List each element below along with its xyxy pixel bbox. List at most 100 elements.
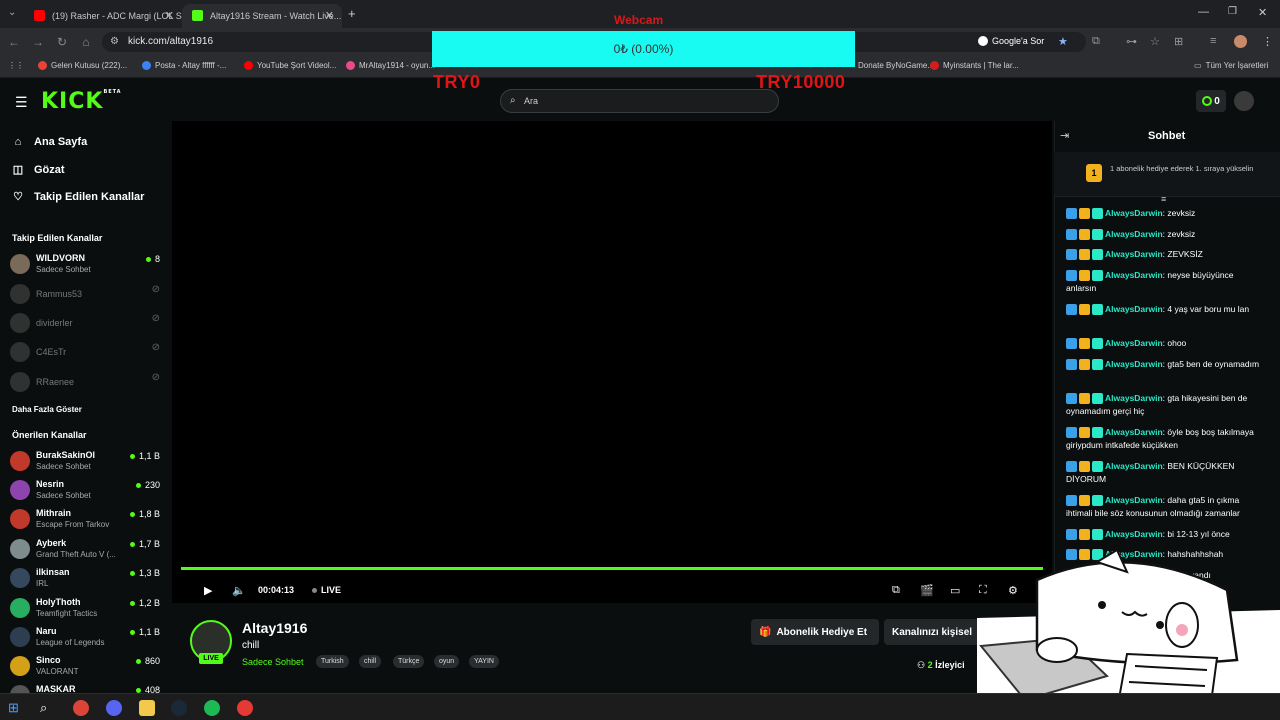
- windows-start-icon[interactable]: ⊞: [8, 700, 24, 716]
- tab-search-icon[interactable]: ⌄: [8, 7, 16, 18]
- play-icon[interactable]: ▶: [204, 584, 212, 597]
- stream-tag[interactable]: Türkçe: [393, 655, 425, 668]
- stream-tag[interactable]: YAYIN: [469, 655, 499, 668]
- tab-youtube[interactable]: (19) Rasher - ADC Margi (LOL S... ✕: [24, 4, 182, 28]
- tab-kick[interactable]: Altay1916 Stream - Watch Live... ✕: [182, 4, 342, 28]
- back-icon[interactable]: ←: [6, 34, 22, 50]
- tab-search-icon[interactable]: ≡: [1210, 35, 1216, 47]
- chat-username[interactable]: AlwaysDarwin: [1105, 359, 1163, 369]
- chat-username[interactable]: AlwaysDarwin: [1105, 338, 1163, 348]
- bookmark-item[interactable]: Gelen Kutusu (222)...: [38, 61, 127, 70]
- nav-home[interactable]: ⌂ Ana Sayfa: [12, 136, 88, 148]
- app-icon[interactable]: [237, 700, 253, 716]
- star-icon[interactable]: ★: [1058, 35, 1068, 48]
- recommended-channel[interactable]: Mithrain Escape From Tarkov 1,8 B: [10, 507, 160, 535]
- apps-icon[interactable]: ⋮⋮: [8, 61, 24, 70]
- google-lens-button[interactable]: Google'a Sor: [978, 36, 1044, 46]
- user-avatar[interactable]: [1234, 91, 1254, 111]
- chat-username[interactable]: AlwaysDarwin: [1105, 229, 1163, 239]
- channel-name[interactable]: Altay1916: [242, 620, 307, 636]
- recommended-channel[interactable]: HolyThoth Teamfight Tactics 1,2 B: [10, 596, 160, 624]
- chat-username[interactable]: AlwaysDarwin: [1105, 427, 1163, 437]
- pinned-toggle-icon[interactable]: ≡: [1161, 194, 1166, 204]
- chat-username[interactable]: AlwaysDarwin: [1105, 461, 1163, 471]
- nav-browse[interactable]: ◫ Gözat: [12, 163, 65, 177]
- reload-icon[interactable]: ↻: [54, 34, 70, 50]
- recommended-channel[interactable]: ilkinsan IRL 1,3 B: [10, 566, 160, 594]
- chat-username[interactable]: AlwaysDarwin: [1105, 393, 1163, 403]
- chat-username[interactable]: AlwaysDarwin: [1105, 304, 1163, 314]
- discord-icon[interactable]: [106, 700, 122, 716]
- file-explorer-icon[interactable]: [139, 700, 155, 716]
- bookmark-item[interactable]: MrAltay1914 - oyun...: [346, 61, 435, 70]
- video-progress-bar[interactable]: [181, 567, 1043, 570]
- followed-channel-rammus53[interactable]: Rammus53 ⊘: [10, 282, 160, 310]
- kick-credits-button[interactable]: 0: [1196, 90, 1226, 112]
- chat-username[interactable]: AlwaysDarwin: [1105, 270, 1163, 280]
- search-icon[interactable]: ⌕: [40, 700, 56, 716]
- channel-name: Rammus53: [36, 289, 83, 299]
- recommended-channel[interactable]: Nesrin Sadece Sohbet 230: [10, 478, 160, 506]
- user-badges: [1066, 249, 1103, 261]
- nav-following[interactable]: ♡ Takip Edilen Kanallar: [12, 190, 144, 204]
- recommended-channel[interactable]: Naru League of Legends 1,1 B: [10, 625, 160, 653]
- theater-mode-icon[interactable]: ▭: [950, 584, 960, 597]
- spotify-icon[interactable]: [204, 700, 220, 716]
- crown-badge-icon: [1079, 270, 1090, 282]
- chrome-icon[interactable]: [73, 700, 89, 716]
- followed-channel-wildvorn[interactable]: WILDVORN Sadece Sohbet 8: [10, 252, 160, 280]
- all-bookmarks[interactable]: ▭ Tüm Yer İşaretleri: [1194, 61, 1268, 70]
- crown-badge-icon: [1079, 229, 1090, 241]
- new-tab-icon[interactable]: +: [348, 6, 356, 21]
- extension-icon[interactable]: ☆: [1150, 35, 1160, 48]
- close-icon[interactable]: ✕: [165, 9, 174, 22]
- extension-icon[interactable]: ⊶: [1126, 35, 1137, 48]
- bookmark-item[interactable]: YouTube Şort Videol...: [244, 61, 336, 70]
- steam-icon[interactable]: [171, 700, 187, 716]
- channel-category: Sadece Sohbet: [36, 491, 91, 500]
- chat-username[interactable]: AlwaysDarwin: [1105, 208, 1163, 218]
- hamburger-menu-icon[interactable]: ☰: [15, 94, 28, 111]
- show-more-link[interactable]: Daha Fazla Göster: [12, 405, 82, 414]
- stream-category[interactable]: Sadece Sohbet: [242, 657, 304, 667]
- close-window-icon[interactable]: ✕: [1258, 6, 1267, 19]
- kick-logo[interactable]: KICKBETA: [41, 89, 122, 114]
- gift-leaderboard-promo[interactable]: 1 1 abonelik hediye ederek 1. sıraya yük…: [1054, 152, 1280, 197]
- chat-username[interactable]: AlwaysDarwin: [1105, 249, 1163, 259]
- gift-subscription-button[interactable]: 🎁 Abonelik Hediye Et: [751, 619, 879, 645]
- recommended-channel[interactable]: Sinco VALORANT 860: [10, 654, 160, 682]
- home-browser-icon[interactable]: ⌂: [78, 34, 94, 50]
- close-icon[interactable]: ✕: [325, 9, 334, 22]
- bookmark-item[interactable]: Donate ByNoGame...: [858, 61, 934, 70]
- collapse-chat-icon[interactable]: ⇥: [1060, 129, 1069, 142]
- bookmark-label: Myinstants | The lar...: [943, 61, 1019, 70]
- stream-tag[interactable]: chill: [359, 655, 382, 668]
- extension-icon[interactable]: ⊞: [1174, 35, 1183, 48]
- recommended-channel[interactable]: Ayberk Grand Theft Auto V (... 1,7 B: [10, 537, 160, 565]
- followed-channel-rraenee[interactable]: RRaenee ⊘: [10, 370, 160, 398]
- volume-icon[interactable]: 🔈: [232, 584, 246, 597]
- profile-avatar[interactable]: [1234, 35, 1247, 48]
- google-icon: [978, 36, 988, 46]
- maximize-icon[interactable]: ❐: [1228, 6, 1237, 17]
- bookmark-item[interactable]: Posta - Altay ffffff -...: [142, 61, 226, 70]
- avatar: [10, 451, 30, 471]
- extension-icon[interactable]: ⧉: [1092, 35, 1100, 48]
- minimize-icon[interactable]: —: [1198, 6, 1209, 18]
- video-player[interactable]: [172, 121, 1052, 603]
- followed-channel-dividerler[interactable]: dividerler ⊘: [10, 311, 160, 339]
- site-info-icon[interactable]: ⚙: [110, 36, 119, 47]
- menu-icon[interactable]: ⋮: [1262, 35, 1273, 48]
- search-input[interactable]: ⌕ Ara: [500, 89, 779, 113]
- recommended-channel[interactable]: BurakSakinOl Sadece Sohbet 1,1 B: [10, 449, 160, 477]
- followed-channel-c4estr[interactable]: C4EsTr ⊘: [10, 340, 160, 368]
- chat-username[interactable]: AlwaysDarwin: [1105, 495, 1163, 505]
- forward-icon[interactable]: →: [30, 34, 46, 50]
- bookmark-item[interactable]: Myinstants | The lar...: [930, 61, 1019, 70]
- stream-tag[interactable]: Turkish: [316, 655, 349, 668]
- chat-username[interactable]: AlwaysDarwin: [1105, 529, 1163, 539]
- miniplayer-icon[interactable]: ⧉: [892, 584, 900, 597]
- stream-tag[interactable]: oyun: [434, 655, 460, 668]
- clip-icon[interactable]: 🎬: [920, 584, 934, 597]
- rank-badge: 1: [1086, 164, 1102, 182]
